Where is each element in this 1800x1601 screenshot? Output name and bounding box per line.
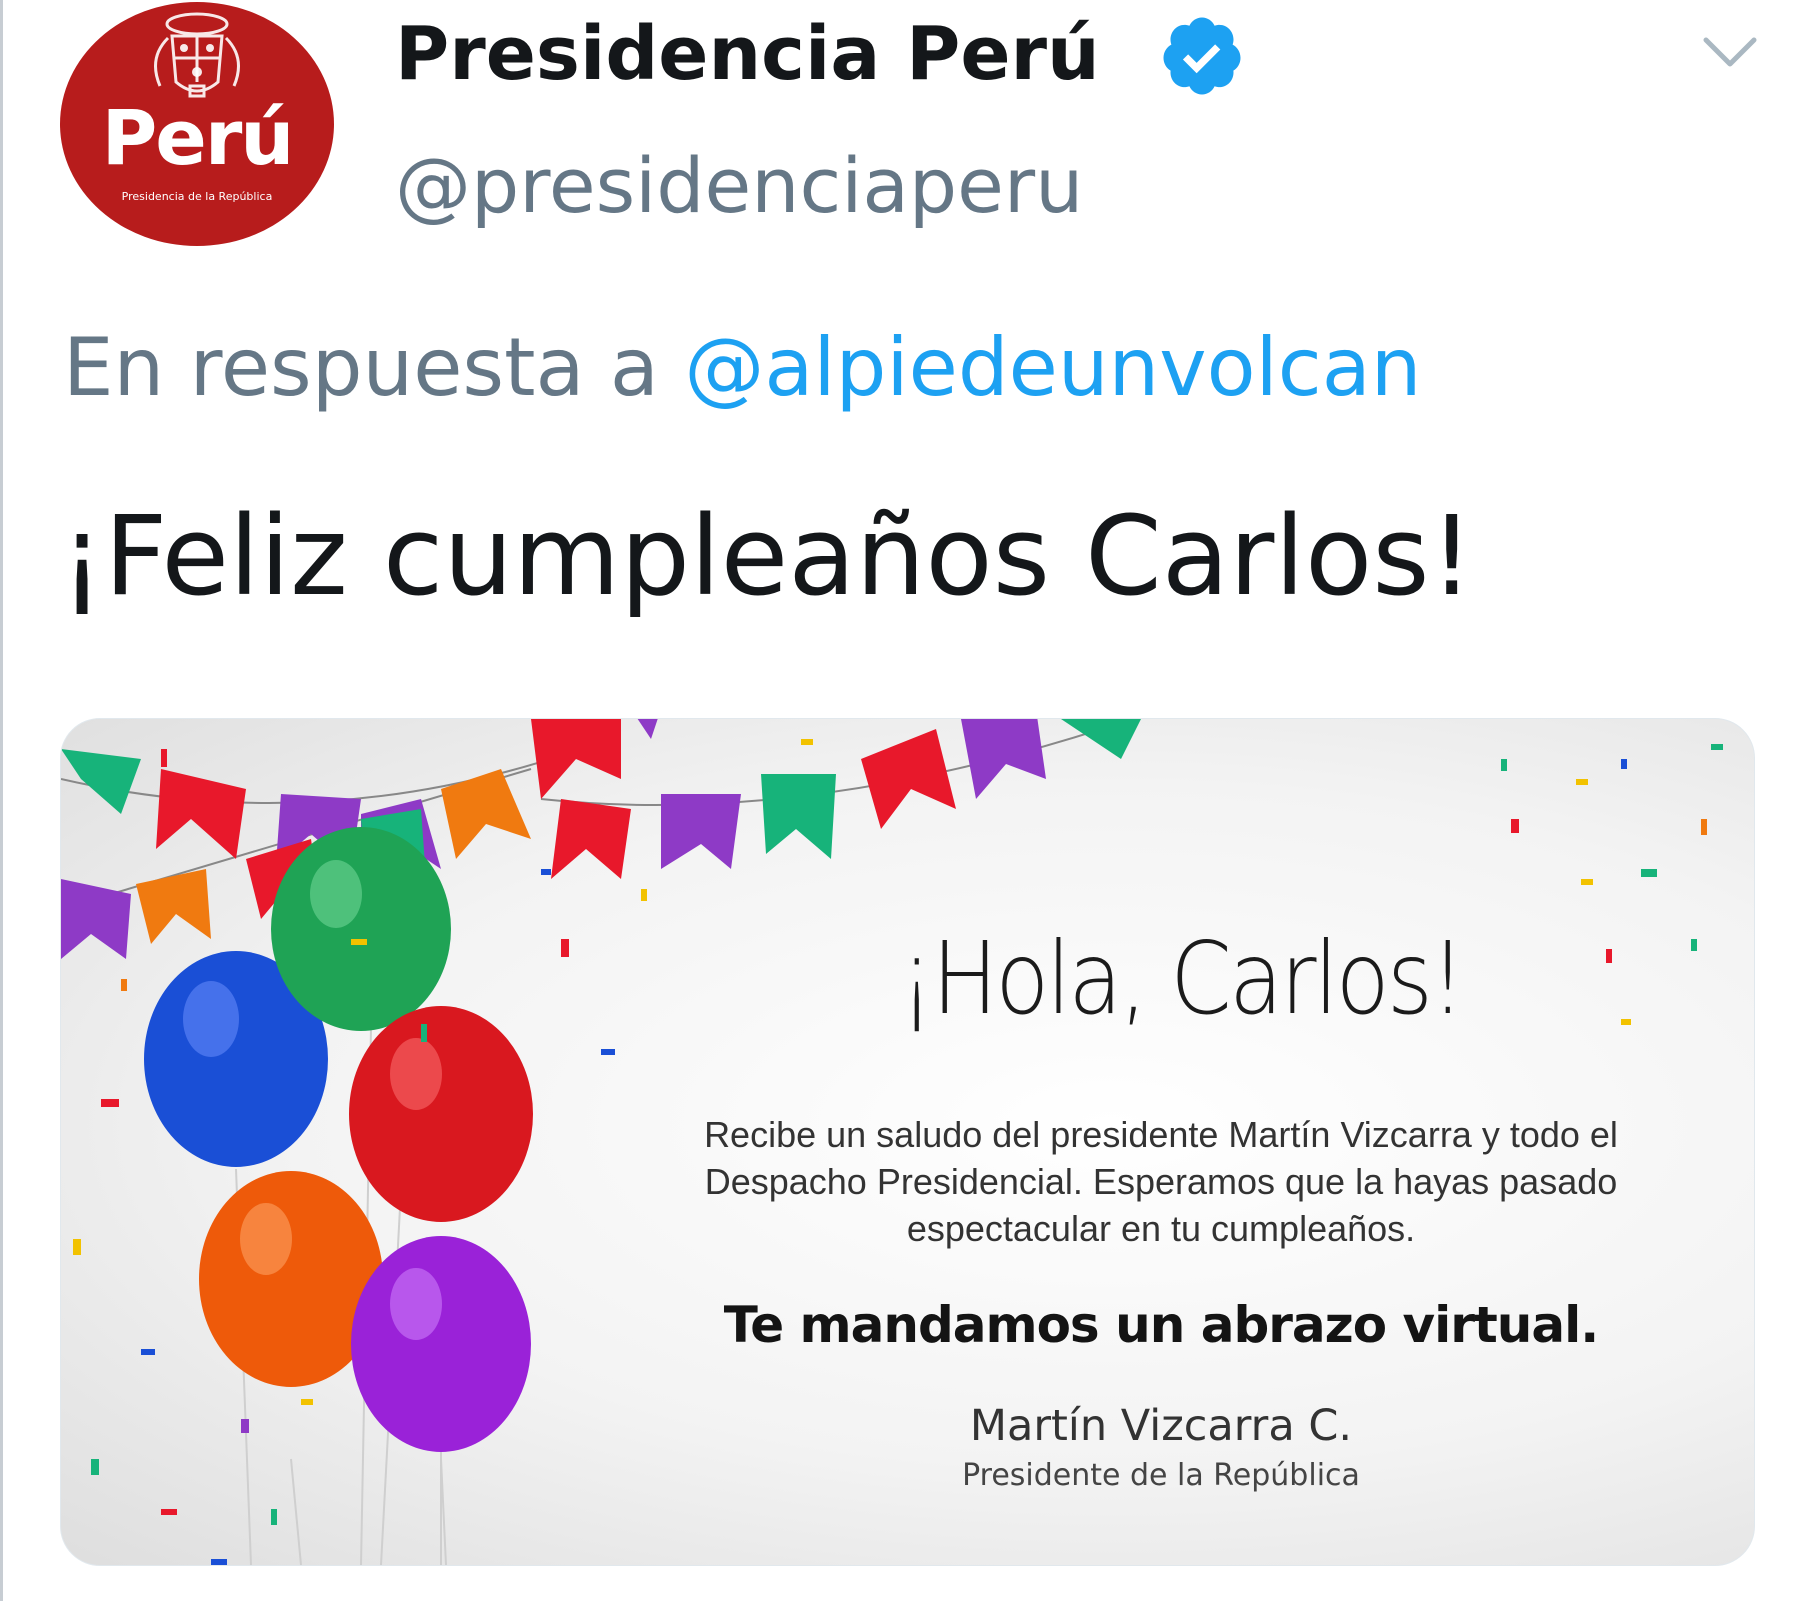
profile-avatar[interactable]: Perú Presidencia de la República [60, 2, 334, 246]
tweet-text: ¡Feliz cumpleaños Carlos! [60, 492, 1474, 620]
reply-prefix: En respuesta a [63, 321, 685, 414]
display-name[interactable]: Presidencia Perú [395, 8, 1100, 100]
chevron-down-icon[interactable] [1700, 32, 1760, 72]
verified-badge-icon [1163, 17, 1241, 95]
card-message: Recibe un saludo del presidente Martín V… [621, 1111, 1701, 1252]
card-signature-role: Presidente de la República [962, 1458, 1360, 1493]
avatar-logo-subtitle: Presidencia de la República [121, 190, 273, 203]
card-greeting: ¡Hola, Carlos! [899, 920, 1465, 1037]
avatar-logo-word: Perú [101, 93, 295, 182]
left-divider [0, 0, 3, 1601]
reply-mention-link[interactable]: @alpiedeunvolcan [684, 321, 1421, 414]
reply-context: En respuesta a @alpiedeunvolcan [63, 318, 1421, 418]
user-handle[interactable]: @presidenciaperu [395, 138, 1083, 234]
tweet-media-image[interactable]: ¡Hola, Carlos! Recibe un saludo del pres… [60, 718, 1755, 1566]
card-message-line: Despacho Presidencial. Esperamos que la … [704, 1161, 1618, 1202]
card-signature: Martín Vizcarra C. [969, 1401, 1353, 1451]
balloons [144, 827, 533, 1565]
card-hug-line: Te mandamos un abrazo virtual. [723, 1296, 1600, 1354]
card-message-line: espectacular en tu cumpleaños. [906, 1208, 1416, 1249]
card-message-line: Recibe un saludo del presidente Martín V… [704, 1114, 1618, 1155]
